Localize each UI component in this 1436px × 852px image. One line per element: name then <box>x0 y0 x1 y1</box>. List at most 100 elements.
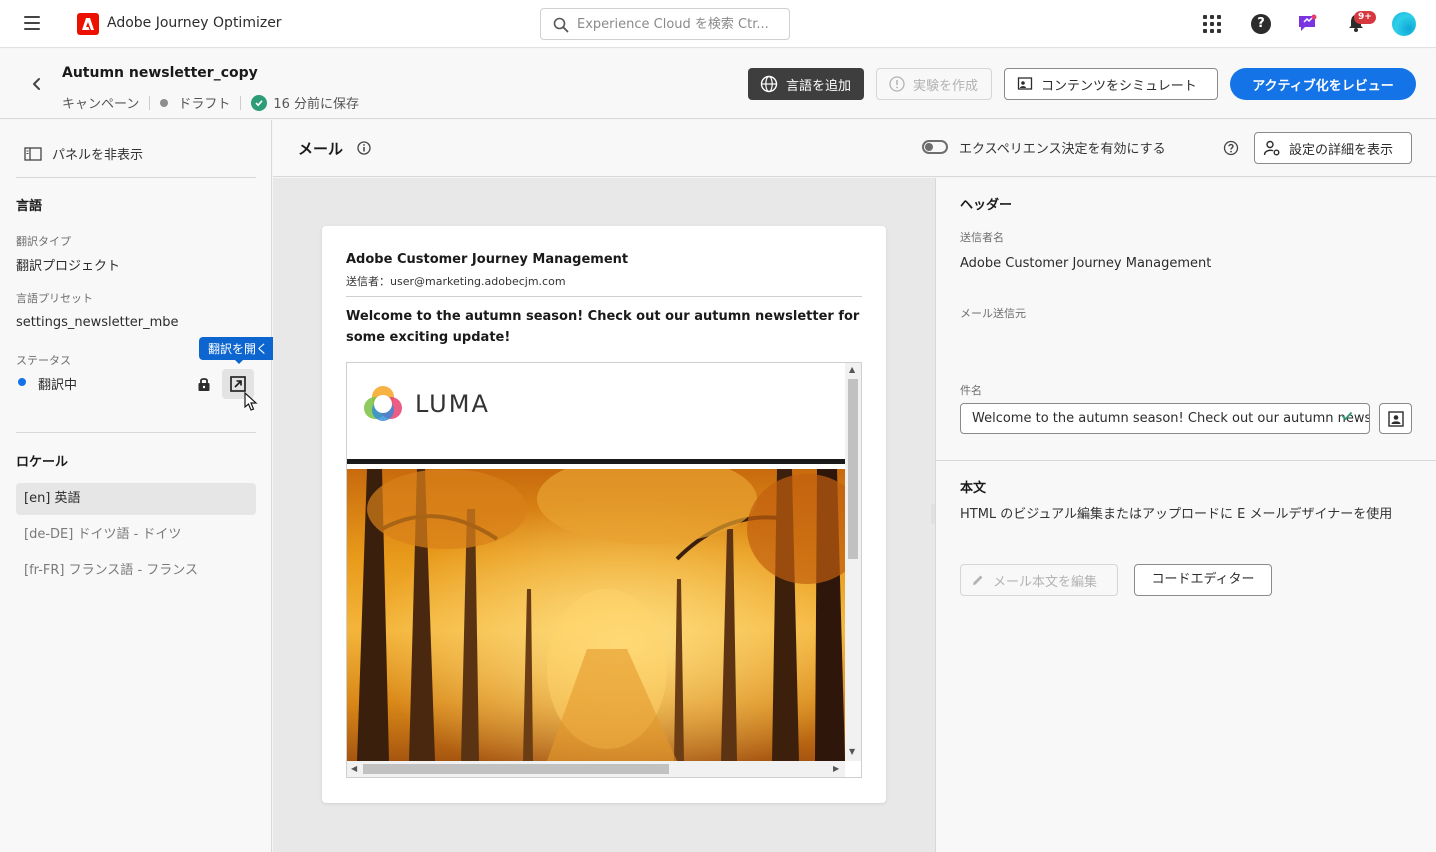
show-settings-label: 設定の詳細を表示 <box>1289 142 1394 158</box>
create-experiment-button[interactable]: 実験を作成 <box>876 68 992 100</box>
sender-name-label: 送信者名 <box>960 231 1004 244</box>
divider <box>240 95 242 110</box>
help-icon[interactable]: ? <box>1249 12 1273 36</box>
add-language-button[interactable]: 言語を追加 <box>748 68 864 100</box>
back-arrow-icon[interactable] <box>28 75 46 93</box>
edit-email-body-button[interactable]: メール本文を編集 <box>960 564 1118 596</box>
horizontal-scrollbar[interactable]: ◀ ▶ <box>347 761 845 777</box>
scrollbar-thumb[interactable] <box>363 764 669 774</box>
hide-panel-button[interactable]: パネルを非表示 <box>24 144 143 163</box>
divider <box>936 460 1436 461</box>
globe-icon <box>760 75 778 93</box>
left-panel: パネルを非表示 言語 翻訳タイプ 翻訳プロジェクト 言語プリセット settin… <box>0 120 278 852</box>
body-description: HTML のビジュアル編集またはアップロードに E メールデザイナーを使用 <box>960 507 1393 522</box>
simulate-content-button[interactable]: コンテンツをシミュレート <box>1004 68 1218 100</box>
vertical-scrollbar[interactable]: ▲ ▼ <box>845 363 861 761</box>
scroll-left-icon[interactable]: ◀ <box>351 764 357 773</box>
header-section-title: ヘッダー <box>960 198 1013 213</box>
email-preview-card: Adobe Customer Journey Management 送信者：us… <box>322 226 886 803</box>
notification-badge: 9+ <box>1354 11 1376 24</box>
autumn-forest-image <box>347 469 845 761</box>
user-avatar[interactable] <box>1392 12 1416 36</box>
alert-icon <box>889 76 905 92</box>
status-dot-icon <box>18 378 26 386</box>
lock-icon <box>197 376 211 392</box>
apps-grid-icon[interactable] <box>1200 12 1224 36</box>
email-header-block: LUMA <box>347 363 845 459</box>
create-experiment-label: 実験を作成 <box>913 78 979 94</box>
scroll-up-icon[interactable]: ▲ <box>849 365 855 374</box>
show-settings-button[interactable]: 設定の詳細を表示 <box>1254 132 1412 164</box>
translation-type-value: 翻訳プロジェクト <box>16 259 121 274</box>
scroll-right-icon[interactable]: ▶ <box>833 764 839 773</box>
preview-sender-name: Adobe Customer Journey Management <box>346 252 629 267</box>
valid-check-icon <box>1340 409 1354 427</box>
email-editor-header: メール エクスペリエンス決定を有効にする 設定の詳細を表示 <box>273 120 1436 177</box>
status-dot-icon <box>160 98 169 107</box>
email-properties-panel: ヘッダー 送信者名 Adobe Customer Journey Managem… <box>935 178 1436 852</box>
locale-section-title: ロケール <box>16 455 69 470</box>
translation-type-label: 翻訳タイプ <box>16 235 71 248</box>
user-settings-icon <box>1263 140 1280 156</box>
divider <box>16 177 256 178</box>
divider <box>149 95 151 110</box>
preview-subject: Welcome to the autumn season! Check out … <box>346 309 860 345</box>
checkmark-icon <box>251 94 268 111</box>
add-language-label: 言語を追加 <box>786 78 852 94</box>
subject-label: 件名 <box>960 384 982 397</box>
campaign-title: Autumn newsletter_copy <box>62 65 258 81</box>
campaign-meta: キャンペーン ドラフト 16 分前に保存 <box>62 93 359 112</box>
mouse-cursor-icon <box>244 391 258 416</box>
experience-decision-label: エクスペリエンス決定を有効にする <box>959 142 1166 157</box>
review-activate-button[interactable]: アクティブ化をレビュー <box>1230 68 1416 100</box>
locale-item-de-de[interactable]: [de-DE] ドイツ語 - ドイツ <box>16 519 256 551</box>
experience-decision-toggle[interactable] <box>922 140 948 154</box>
saved-status: 16 分前に保存 <box>273 97 360 112</box>
search-box[interactable] <box>540 8 790 40</box>
preview-from: 送信者：user@marketing.adobecjm.com <box>346 275 566 288</box>
open-external-icon <box>230 376 246 392</box>
top-bar: Adobe Journey Optimizer ? 9+ <box>0 0 1436 48</box>
simulate-content-label: コンテンツをシミュレート <box>1041 78 1197 94</box>
help-circle-icon[interactable] <box>1223 140 1239 160</box>
personalization-icon <box>1388 411 1404 427</box>
info-icon[interactable] <box>357 141 371 159</box>
divider <box>346 296 862 297</box>
status-label: ステータス <box>16 354 71 367</box>
campaign-status: ドラフト <box>178 97 231 112</box>
email-body-frame[interactable]: LUMA ▲ ▼ ◀ ▶ <box>346 362 862 778</box>
locale-item-fr-fr[interactable]: [fr-FR] フランス語 - フランス <box>16 555 256 587</box>
campaign-header: Autumn newsletter_copy キャンペーン ドラフト 16 分前… <box>0 49 1436 119</box>
adobe-logo-icon[interactable] <box>77 13 99 35</box>
subject-field[interactable]: Welcome to the autumn season! Check out … <box>960 403 1370 434</box>
open-translation-tooltip: 翻訳を開く <box>199 337 278 364</box>
personalization-button[interactable] <box>1379 403 1412 434</box>
campaign-type: キャンペーン <box>62 97 140 112</box>
language-preset-label: 言語プリセット <box>16 292 93 305</box>
sender-name-value: Adobe Customer Journey Management <box>960 256 1212 271</box>
code-editor-button[interactable]: コードエディター <box>1134 564 1272 596</box>
review-activate-label: アクティブ化をレビュー <box>1252 78 1394 94</box>
scrollbar-thumb[interactable] <box>848 379 858 559</box>
search-input[interactable] <box>577 14 782 34</box>
feedback-chat-icon[interactable] <box>1296 12 1320 36</box>
body-section-title: 本文 <box>960 481 987 496</box>
locale-item-en[interactable]: [en] 英語 <box>16 483 256 515</box>
menu-icon[interactable] <box>24 16 40 30</box>
search-icon <box>553 17 569 33</box>
status-value: 翻訳中 <box>38 378 78 393</box>
email-from-label: メール送信元 <box>960 307 1026 320</box>
edit-email-body-label: メール本文を編集 <box>993 574 1098 590</box>
panel-icon <box>24 146 42 161</box>
hide-panel-label: パネルを非表示 <box>52 148 144 163</box>
email-preview-area: Adobe Customer Journey Management 送信者：us… <box>273 178 935 852</box>
language-preset-value: settings_newsletter_mbe <box>16 315 179 330</box>
scroll-down-icon[interactable]: ▼ <box>849 747 855 756</box>
simulate-icon <box>1017 77 1033 90</box>
luma-logo-icon <box>362 383 404 429</box>
luma-logo-text: LUMA <box>415 390 490 418</box>
language-section-title: 言語 <box>16 199 43 214</box>
app-name[interactable]: Adobe Journey Optimizer <box>107 15 282 31</box>
email-title: メール <box>298 140 344 158</box>
pencil-icon <box>973 575 983 585</box>
